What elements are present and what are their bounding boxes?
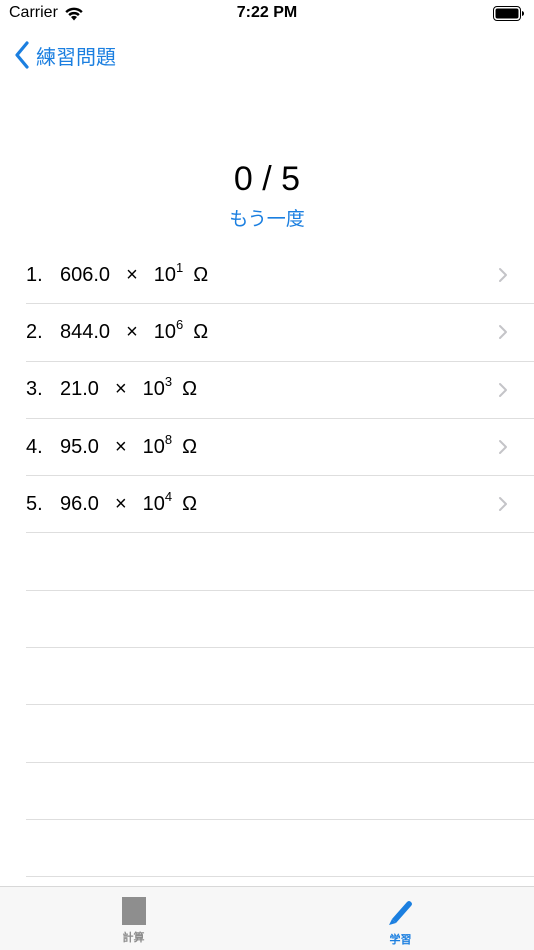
item-base: 10 — [142, 378, 165, 401]
item-mantissa: 21.0 — [60, 378, 99, 401]
status-bar: Carrier 7:22 PM — [0, 0, 534, 28]
list-item[interactable]: 2. 844.0 × 10 6 Ω — [26, 304, 534, 362]
list-item-text: 2. 844.0 × 10 6 Ω — [26, 316, 209, 343]
list-item-text: 3. 21.0 × 10 3 Ω — [26, 374, 198, 401]
item-unit: Ω — [193, 320, 209, 343]
chevron-right-icon — [499, 268, 507, 283]
item-times: × — [114, 435, 127, 458]
back-button[interactable]: 練習問題 — [14, 40, 116, 70]
item-unit: Ω — [182, 492, 198, 515]
tab-calculate[interactable]: 計算 — [0, 887, 267, 950]
item-base: 10 — [153, 320, 176, 343]
empty-row — [26, 591, 534, 649]
list-item[interactable]: 1. 606.0 × 10 1 Ω — [26, 247, 534, 305]
chevron-left-icon — [15, 41, 29, 69]
list-item-text: 5. 96.0 × 10 4 Ω — [26, 488, 198, 515]
item-index: 4. — [26, 435, 43, 458]
chevron-right-icon — [499, 440, 507, 455]
item-mantissa: 606.0 — [60, 263, 111, 286]
screen: Carrier 7:22 PM 練習問題 0 / 5 もう一度 1. 606.0… — [0, 0, 534, 950]
item-mantissa: 95.0 — [60, 435, 99, 458]
empty-row — [26, 533, 534, 591]
item-unit: Ω — [193, 263, 209, 286]
item-times: × — [114, 492, 127, 515]
chevron-right-icon — [499, 325, 507, 340]
calculator-icon — [121, 897, 146, 925]
item-index: 5. — [26, 492, 43, 515]
item-base: 10 — [153, 263, 176, 286]
back-button-label: 練習問題 — [36, 46, 116, 69]
item-unit: Ω — [182, 435, 198, 458]
list-item[interactable]: 5. 96.0 × 10 4 Ω — [26, 476, 534, 534]
item-base: 10 — [142, 492, 165, 515]
empty-row — [26, 705, 534, 763]
empty-row — [26, 648, 534, 706]
item-mantissa: 844.0 — [60, 320, 111, 343]
list-item-text: 1. 606.0 × 10 1 Ω — [26, 259, 209, 286]
item-unit: Ω — [182, 378, 198, 401]
retry-row: もう一度 — [0, 204, 534, 231]
tab-bar: 計算 学習 — [0, 886, 534, 950]
tab-study[interactable]: 学習 — [267, 887, 534, 950]
item-times: × — [126, 263, 138, 286]
score-display: 0 / 5 — [233, 160, 301, 198]
item-index: 3. — [26, 378, 43, 401]
list-item-text: 4. 95.0 × 10 8 Ω — [26, 431, 198, 458]
empty-row — [26, 820, 534, 878]
problem-list: 1. 606.0 × 10 1 Ω 2. 844.0 × 10 6 Ω 3. 21.0 × 10 3 Ω 4.… — [26, 247, 534, 878]
item-index: 1. — [26, 263, 43, 286]
pencil-icon — [388, 901, 412, 925]
item-base: 10 — [142, 435, 165, 458]
item-times: × — [114, 378, 127, 401]
list-item[interactable]: 3. 21.0 × 10 3 Ω — [26, 362, 534, 419]
item-index: 2. — [26, 320, 43, 343]
retry-button[interactable]: もう一度 — [229, 209, 304, 230]
item-mantissa: 96.0 — [60, 492, 99, 515]
tab-study-label: 学習 — [389, 934, 412, 946]
list-item[interactable]: 4. 95.0 × 10 8 Ω — [26, 419, 534, 477]
empty-row — [26, 763, 534, 820]
tab-calculate-label: 計算 — [122, 932, 145, 944]
chevron-right-icon — [499, 497, 507, 512]
status-time: 7:22 PM — [236, 4, 298, 21]
chevron-right-icon — [499, 382, 507, 397]
battery-icon — [493, 6, 524, 21]
item-times: × — [126, 320, 138, 343]
